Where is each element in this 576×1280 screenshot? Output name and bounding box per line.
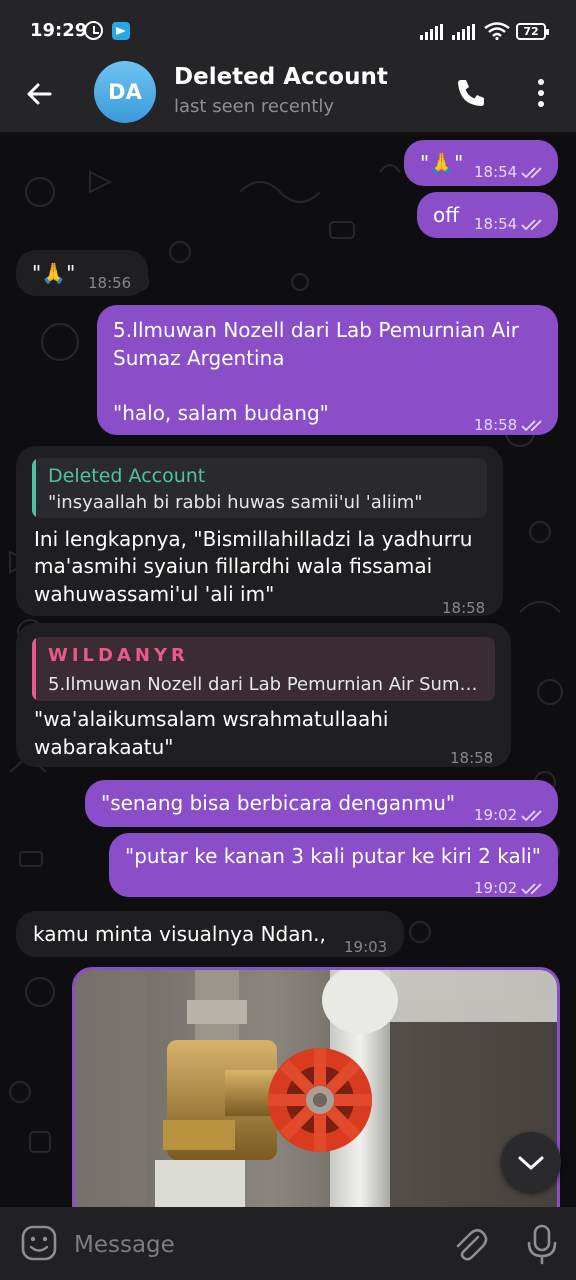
attach-icon[interactable] <box>450 1225 490 1265</box>
message-input[interactable] <box>74 1225 434 1265</box>
back-arrow-icon[interactable] <box>18 72 62 116</box>
message-outgoing[interactable]: off 18:54 <box>417 192 558 238</box>
microphone-icon[interactable] <box>522 1223 562 1265</box>
message-incoming[interactable]: "🙏" 18:56 <box>16 250 148 296</box>
battery-level: 72 <box>523 25 539 38</box>
read-ticks-icon <box>521 809 542 821</box>
status-time: 19:29 <box>30 20 88 41</box>
message-outgoing[interactable]: 5.Ilmuwan Nozell dari Lab Pemurnian Air … <box>97 305 558 435</box>
message-text: off <box>433 203 460 227</box>
phone-icon[interactable] <box>450 72 492 114</box>
compose-bar <box>0 1207 576 1280</box>
chevron-down-icon <box>518 1156 544 1170</box>
read-ticks-icon <box>521 218 542 230</box>
message-outgoing[interactable]: "🙏" 18:54 <box>404 140 558 186</box>
message-time: 18:54 <box>474 158 547 186</box>
scroll-down-button[interactable] <box>501 1132 561 1192</box>
message-incoming[interactable]: kamu minta visualnya Ndan., 19:03 <box>16 911 404 957</box>
read-ticks-icon <box>521 419 542 431</box>
message-text-line: ma'asmihi syaiun fillardhi wala fissamai <box>34 554 433 578</box>
message-time: 19:02 <box>474 874 547 902</box>
message-text-line: 5.Ilmuwan Nozell dari Lab Pemurnian Air <box>113 318 520 342</box>
reply-bar <box>32 637 36 701</box>
reply-bar <box>32 458 36 518</box>
reply-text: "insyaallah bi rabbi huwas samii'ul 'ali… <box>48 492 423 513</box>
message-text-line: Sumaz Argentina <box>113 346 285 370</box>
message-incoming[interactable]: Deleted Account "insyaallah bi rabbi huw… <box>16 446 503 617</box>
message-text: "🙏" <box>32 261 76 285</box>
message-text-line: "halo, salam budang" <box>113 401 329 425</box>
status-bar: 19:29 72 <box>0 0 576 58</box>
message-time: 19:03 <box>344 938 388 956</box>
reply-author: Deleted Account <box>48 465 206 487</box>
message-text-line: Ini lengkapnya, "Bismillahilladzi la yad… <box>34 527 473 551</box>
message-text: "putar ke kanan 3 kali putar ke kiri 2 k… <box>125 844 542 868</box>
message-time: 18:54 <box>474 210 547 238</box>
photo-message[interactable] <box>72 967 560 1207</box>
avatar[interactable]: DA <box>94 61 156 123</box>
read-ticks-icon <box>521 882 542 894</box>
emoji-icon[interactable] <box>20 1224 58 1262</box>
chat-title[interactable]: Deleted Account <box>174 64 388 90</box>
message-text: "🙏" <box>420 151 464 175</box>
telegram-icon <box>112 22 130 40</box>
wifi-icon <box>484 22 510 40</box>
message-outgoing[interactable]: "senang bisa berbicara denganmu" 19:02 <box>85 780 558 827</box>
message-outgoing[interactable]: "putar ke kanan 3 kali putar ke kiri 2 k… <box>109 833 558 897</box>
chat-header: DA Deleted Account last seen recently <box>0 58 576 132</box>
signal-icon <box>452 24 475 40</box>
message-time: 18:58 <box>450 749 494 767</box>
reply-quote[interactable]: Deleted Account "insyaallah bi rabbi huw… <box>32 458 487 518</box>
message-time: 18:58 <box>474 411 547 439</box>
read-ticks-icon <box>521 166 542 178</box>
message-list[interactable]: "🙏" 18:54 off 18:54 "🙏" 18:56 5.Ilmuwan … <box>0 132 576 1207</box>
message-text: "senang bisa berbicara denganmu" <box>101 791 456 815</box>
chat-status: last seen recently <box>174 96 335 117</box>
more-vertical-icon[interactable] <box>520 72 562 114</box>
battery-icon: 72 <box>516 23 549 40</box>
photo-image <box>75 970 557 1207</box>
alarm-icon <box>84 21 103 40</box>
reply-text: 5.Ilmuwan Nozell dari Lab Pemurnian Air … <box>48 674 478 695</box>
reply-author: WILDANYR <box>48 645 189 666</box>
reply-quote[interactable]: WILDANYR 5.Ilmuwan Nozell dari Lab Pemur… <box>32 637 495 701</box>
message-time: 18:56 <box>88 274 132 292</box>
message-time: 19:02 <box>474 801 547 829</box>
message-text-line: wabarakaatu" <box>34 735 174 759</box>
message-text-line: "wa'alaikumsalam wsrahmatullaahi <box>34 707 389 731</box>
message-text: kamu minta visualnya Ndan., <box>33 922 326 946</box>
message-text-line: wahuwassami'ul 'ali im" <box>34 582 275 606</box>
message-incoming[interactable]: WILDANYR 5.Ilmuwan Nozell dari Lab Pemur… <box>16 623 511 767</box>
message-time: 18:58 <box>442 599 486 617</box>
signal-icon <box>420 24 443 40</box>
